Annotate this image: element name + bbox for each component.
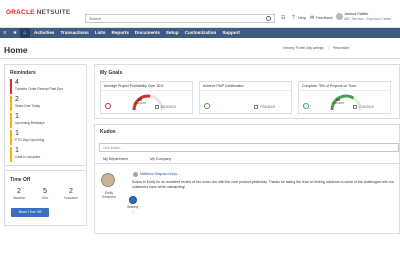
calendar-icon <box>254 104 258 109</box>
goal-date: 7/31/2019 <box>359 105 374 109</box>
volunteer-balance: 2 Volunteer <box>59 188 83 200</box>
personalize-dropdown[interactable]: Personalize <box>333 46 350 50</box>
goal-unit: PERCENT <box>331 102 345 105</box>
nav-transactions[interactable]: Transactions <box>57 28 91 38</box>
nav-setup[interactable]: Setup <box>163 28 182 38</box>
oracle-netsuite-logo[interactable]: ORACLE NETSUITE <box>6 9 70 16</box>
nav-customization[interactable]: Customization <box>182 28 220 38</box>
goal-date: 6/12/2019 <box>161 105 176 109</box>
reminder-count: 1 <box>15 147 19 154</box>
time-off-portlet: Time Off 2 Vacation 5 Sick 2 Volunteer B… <box>4 170 87 226</box>
reminder-item[interactable]: 1 PTO Day Upcoming <box>10 130 82 145</box>
search-placeholder: Search <box>89 17 102 21</box>
reminder-label: Transfer Order Receipt Past Due <box>15 87 64 91</box>
calendar-icon <box>353 104 357 109</box>
divider <box>101 90 192 91</box>
nav-lists[interactable]: Lists <box>92 28 109 38</box>
kudos-input[interactable]: Give kudos... <box>99 143 399 152</box>
vacation-value: 2 <box>17 188 21 195</box>
volunteer-value: 2 <box>69 188 73 195</box>
divider <box>95 163 399 164</box>
vacation-balance: 2 Vacation <box>7 188 31 200</box>
volunteer-label: Volunteer <box>64 196 78 200</box>
recent-records-icon[interactable]: ☷ <box>281 14 285 23</box>
reminder-count: 1 <box>15 130 19 137</box>
divider <box>0 58 400 59</box>
home-icon[interactable]: ⌂ <box>20 28 30 38</box>
my-goals-portlet: My Goals Average Project Profitability O… <box>94 64 400 119</box>
user-avatar[interactable] <box>336 13 343 20</box>
reminder-label: Tasks Due Today <box>15 104 41 108</box>
goal-status-icon <box>105 103 111 109</box>
logo-oracle: ORACLE <box>6 9 35 16</box>
top-header: ORACLE NETSUITE Search ☷ ? Help ✉ Feedbac… <box>0 0 400 28</box>
goal-title: Average Project Profitability Over 30% <box>104 84 164 88</box>
help-icon[interactable]: ? <box>292 14 295 23</box>
user-name: Joshua Sattler <box>344 12 369 16</box>
reminder-item[interactable]: 1 Calls to complete <box>10 147 82 162</box>
global-search-input[interactable]: Search <box>85 14 275 23</box>
book-time-off-button[interactable]: Book Time Off <box>11 208 49 217</box>
divider <box>200 90 291 91</box>
goal-unit: PERCENT <box>133 102 147 105</box>
search-icon[interactable] <box>266 16 271 21</box>
divider <box>299 90 390 91</box>
reminders-portlet: Reminders 4 Transfer Order Receipt Past … <box>4 64 87 166</box>
badge-label: Bravery <box>127 205 139 209</box>
kudos-portlet: Kudos Give kudos... My Department My Com… <box>94 124 400 234</box>
reminder-count: 2 <box>15 96 19 103</box>
feedback-icon[interactable]: ✉ <box>310 14 314 23</box>
goal-title: Complete 75% of Projects on Time <box>302 84 356 88</box>
favorites-star-icon[interactable]: ★ <box>10 28 20 38</box>
like-icon[interactable]: ♡ <box>131 210 135 216</box>
recipient-avatar[interactable] <box>101 173 115 187</box>
sick-value: 5 <box>43 188 47 195</box>
page-options: Viewing: Portlet duty settings | Personali… <box>283 46 350 50</box>
nav-documents[interactable]: Documents <box>132 28 163 38</box>
goal-title: Achieve PMP Certification <box>203 84 244 88</box>
kudo-sender[interactable]: Matthew Maynard says... <box>140 172 180 176</box>
nav-support[interactable]: Support <box>219 28 243 38</box>
recipient-name[interactable]: Emily Emerson <box>99 191 119 199</box>
reminder-count: 1 <box>15 113 19 120</box>
reminder-label: Calls to complete <box>15 155 41 159</box>
viewing-dropdown[interactable]: Viewing: Portlet duty settings <box>283 46 324 50</box>
goal-card[interactable]: Achieve PMP Certification 7/31/2019 <box>199 81 292 114</box>
kudos-title: Kudos <box>100 129 116 135</box>
reminders-title: Reminders <box>10 70 36 76</box>
reminder-count: 4 <box>15 79 19 86</box>
kudo-message: Kudos to Emily for an excellent review o… <box>132 180 394 189</box>
vacation-label: Vacation <box>12 196 26 200</box>
logo-netsuite: NETSUITE <box>36 9 71 16</box>
sender-avatar <box>133 172 138 177</box>
feedback-link[interactable]: Feedback <box>316 14 333 23</box>
reminder-item[interactable]: 1 Upcoming Birthdays <box>10 113 82 128</box>
sick-balance: 5 Sick <box>33 188 57 200</box>
goal-status-icon <box>204 103 210 109</box>
time-off-title: Time Off <box>10 177 31 183</box>
reminder-item[interactable]: 2 Tasks Due Today <box>10 96 82 111</box>
bravery-badge-icon <box>129 196 137 204</box>
reminder-label: Upcoming Birthdays <box>15 121 45 125</box>
user-role: ABC Services - Employee Center <box>344 17 392 21</box>
user-menu[interactable]: Joshua Sattler ABC Services - Employee C… <box>344 12 400 21</box>
reminder-label: PTO Day Upcoming <box>15 138 45 142</box>
calendar-icon <box>155 104 159 109</box>
reminder-item[interactable]: 4 Transfer Order Receipt Past Due <box>10 79 82 94</box>
help-link[interactable]: Help <box>298 14 306 23</box>
page-title: Home <box>4 45 28 55</box>
nav-activities[interactable]: Activities <box>30 28 57 38</box>
goal-status-icon <box>303 103 309 109</box>
sick-label: Sick <box>41 196 49 200</box>
goals-title: My Goals <box>100 70 123 76</box>
nav-reports[interactable]: Reports <box>109 28 132 38</box>
recent-icon[interactable]: ≡ <box>0 28 10 38</box>
goal-date: 7/31/2019 <box>260 105 275 109</box>
main-nav: ≡ ★ ⌂ Activities Transactions Lists Repo… <box>0 28 400 38</box>
